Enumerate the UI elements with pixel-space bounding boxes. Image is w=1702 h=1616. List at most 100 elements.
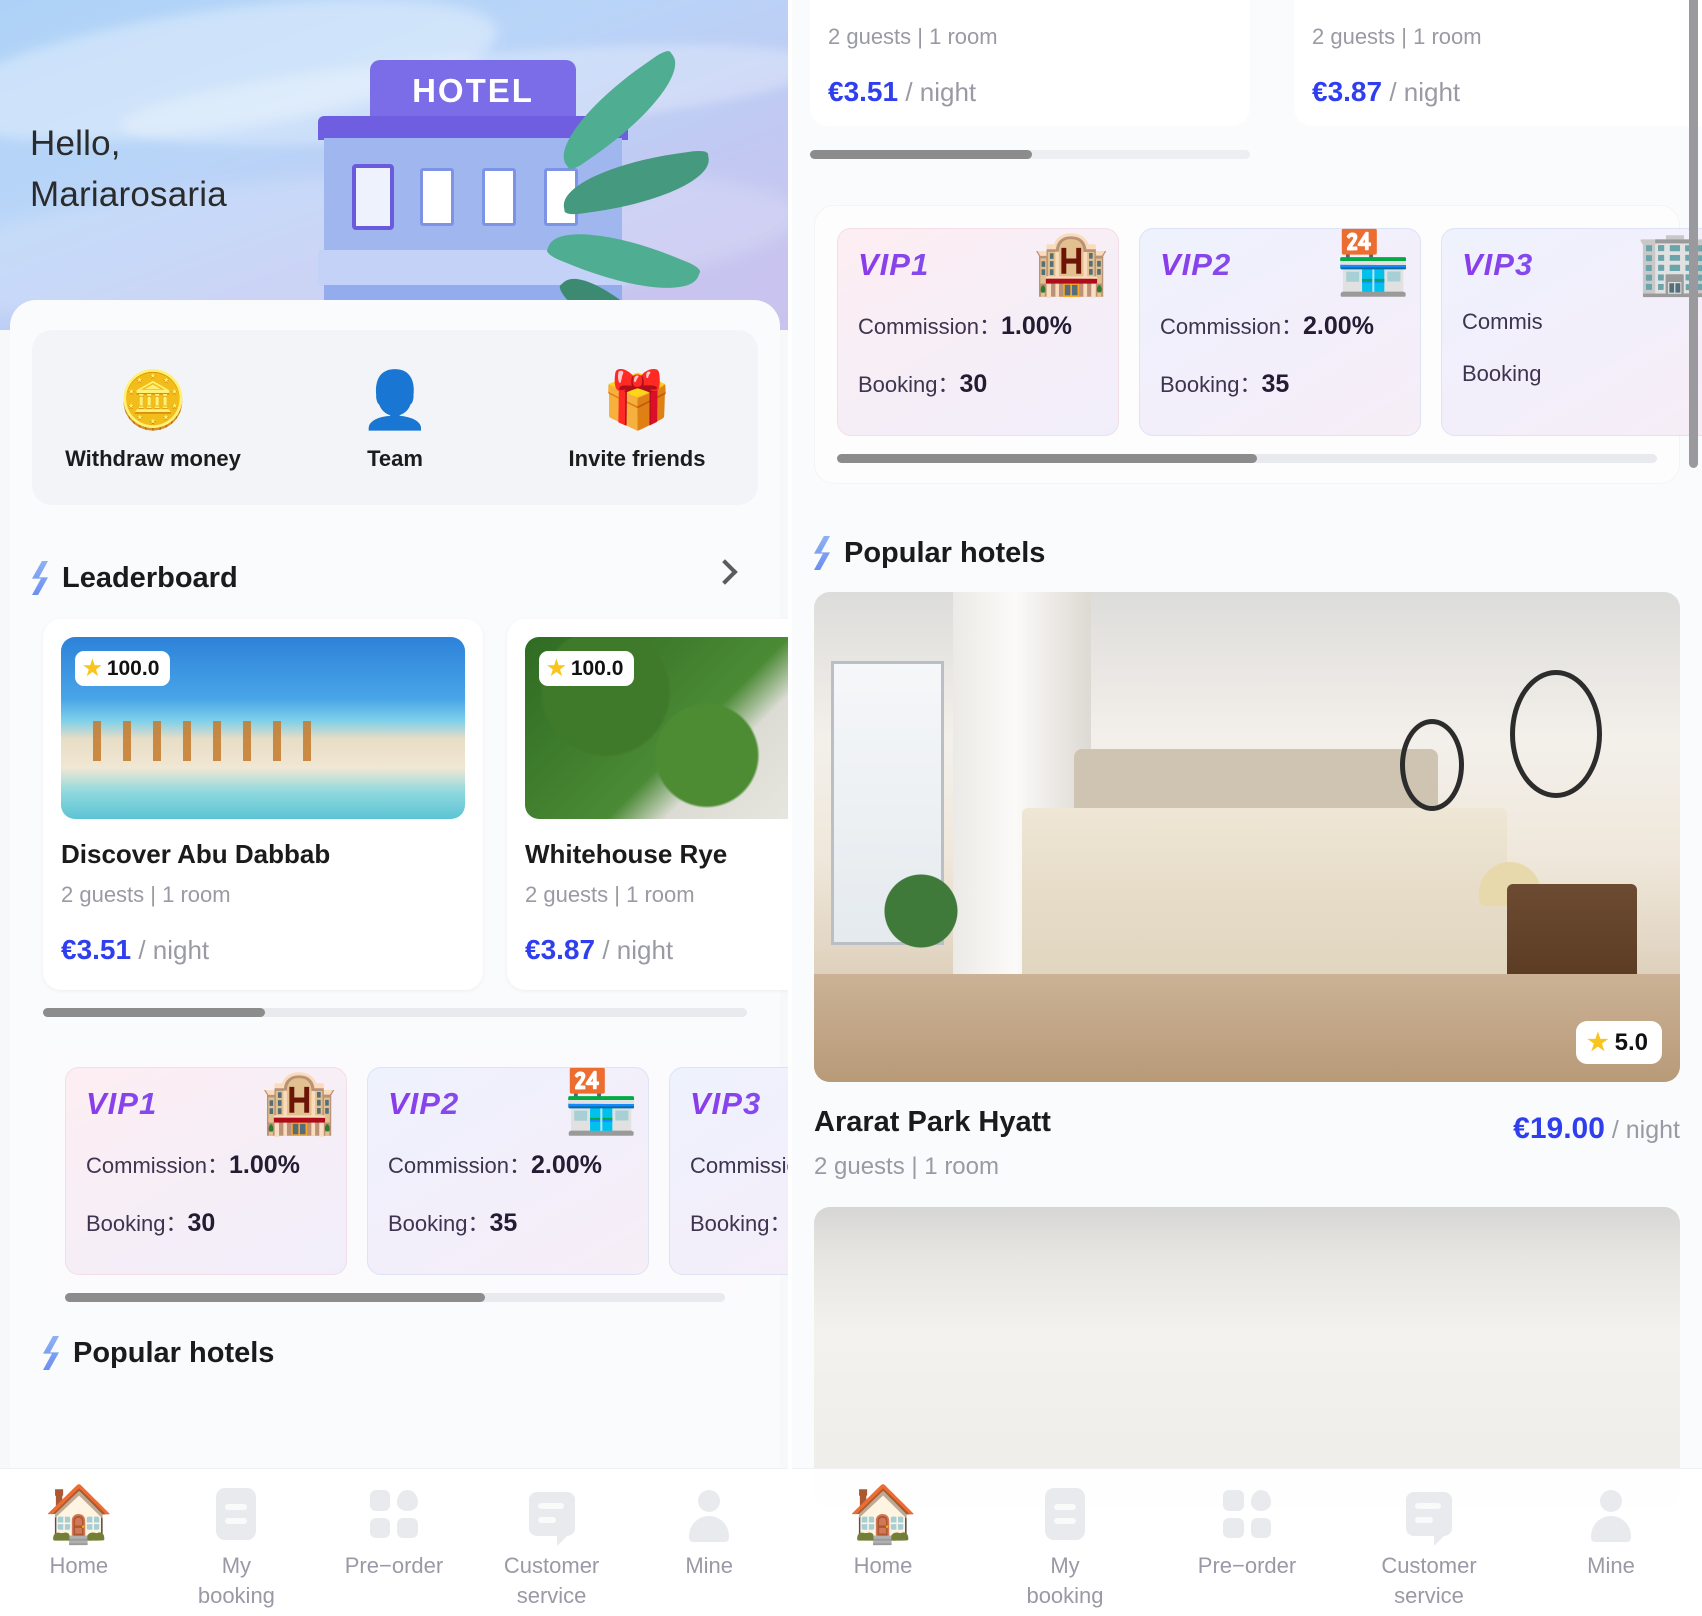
hotel-price-unit: / night [138,935,210,965]
tab-mine[interactable]: Mine [1520,1487,1702,1581]
hotel-meta: 2 guests | 1 room [828,24,998,49]
vip-booking-row: Booking：30 [858,367,1118,399]
tab-home[interactable]: 🏠 Home [792,1486,974,1581]
hotel-price-unit: / night [602,935,674,965]
vip-tier-section: VIP1 🏨 Commission：1.00% Booking：30 VIP2 … [814,205,1702,484]
hotel-sign: HOTEL [370,60,576,122]
tab-label: Customer service [1381,1553,1477,1608]
user-icon [682,1487,736,1542]
vip-scrollbar[interactable] [837,454,1657,463]
vip-tier-section: VIP1 🏨 Commission：1.00% Booking：30 VIP2 … [43,1047,788,1302]
tab-mine[interactable]: Mine [630,1487,788,1581]
scrollbar-thumb[interactable] [810,150,1032,159]
hero-banner: Hello, Mariarosaria HOTEL [0,0,788,330]
vip-booking-row: Booking [1462,361,1542,386]
building-icon: 🏪 [562,1068,640,1137]
booking-value: 35 [489,1209,518,1237]
quick-action-team[interactable]: 👤 Team [295,369,495,472]
hotel-door [352,164,394,230]
chevron-right-icon[interactable] [712,559,738,585]
hotel-name: Whitehouse Rye [525,839,728,869]
top-cards-scrollbar[interactable] [810,150,1250,159]
leaderboard-card[interactable]: ★ 100.0 Whitehouse Rye 2 guests | 1 room… [507,619,788,990]
hotel-meta: 2 guests | 1 room [1312,24,1482,49]
commission-label: Commission： [858,314,1002,339]
tab-my-booking[interactable]: My booking [974,1487,1156,1611]
quick-action-withdraw[interactable]: 🪙 Withdraw money [53,369,253,472]
popular-hotels-section-header: Popular hotels [814,536,1702,570]
left-content-sheet: 🪙 Withdraw money 👤 Team 🎁 Invite friends… [10,300,788,1600]
booking-value: 30 [959,370,988,398]
chat-icon [525,1487,579,1546]
hotel-card[interactable]: 2 guests | 1 room €3.87 / night [1294,0,1702,126]
scrollbar-thumb[interactable] [65,1293,485,1302]
vip-card-2[interactable]: VIP2 🏪 Commission：2.00% Booking：35 [1139,228,1421,436]
hotel-photo-next[interactable] [814,1207,1680,1507]
palm-leaf-icon [544,48,758,330]
hotel-meta: 2 guests | 1 room [525,882,695,907]
building-icon: 🏪 [1334,229,1412,298]
leaderboard-card[interactable]: ★ 100.0 Discover Abu Dabbab 2 guests | 1… [43,619,483,990]
vip-scrollbar[interactable] [65,1293,725,1302]
vip-card-3[interactable]: VIP3 🏢 Commission： Booking： [669,1067,790,1275]
quick-action-label: Withdraw money [65,445,241,471]
tab-customer-service[interactable]: Customer service [473,1487,631,1611]
leaderboard-carousel[interactable]: ★ 100.0 Discover Abu Dabbab 2 guests | 1… [43,619,788,990]
commission-label: Commission： [690,1153,788,1178]
building-icon: 🏨 [260,1068,338,1137]
vip-card-3[interactable]: VIP3 🏢 Commis Booking [1441,228,1702,436]
tab-pre-order[interactable]: Pre−order [315,1487,473,1581]
booking-label: Booking： [690,1211,790,1236]
hotel-price-row: €3.51 / night [828,76,1232,108]
star-icon: ★ [547,657,566,680]
tab-home[interactable]: 🏠 Home [0,1486,158,1581]
scrollbar-thumb[interactable] [43,1008,265,1017]
leaderboard-scrollbar[interactable] [43,1008,747,1017]
hotel-illustration: HOTEL [318,48,718,330]
hotel-price-row: €19.00 / night [1513,1106,1680,1146]
greeting-text: Hello, Mariarosaria [30,118,227,220]
top-hotel-cards[interactable]: 2 guests | 1 room €3.51 / night 2 guests… [792,0,1702,126]
tab-label: Pre−order [344,1553,444,1578]
leaderboard-section-header: Leaderboard [32,559,758,595]
tab-pre-order[interactable]: Pre−order [1156,1487,1338,1581]
vip-commission-row: Commis [1462,309,1543,334]
hotel-info-row: Ararat Park Hyatt 2 guests | 1 room €19.… [814,1106,1680,1181]
tab-customer-service[interactable]: Customer service [1338,1487,1520,1611]
vip-carousel[interactable]: VIP1 🏨 Commission：1.00% Booking：30 VIP2 … [43,1067,788,1275]
hotel-thumbnail: ★ 100.0 [61,637,465,819]
vip-card-2[interactable]: VIP2 🏪 Commission：2.00% Booking：35 [367,1067,649,1275]
popular-hotel-card[interactable]: ★ 5.0 Ararat Park Hyatt 2 guests | 1 roo… [814,592,1680,1181]
page-scrollbar[interactable] [1689,0,1698,468]
commission-value: 1.00% [229,1151,300,1179]
tab-label: Home [853,1553,913,1578]
greeting-line-1: Hello, [30,124,121,163]
tab-label: My booking [1026,1553,1104,1608]
hotel-photo: ★ 5.0 [814,592,1680,1082]
popular-hotels-title: Popular hotels [73,1336,275,1369]
quick-action-invite[interactable]: 🎁 Invite friends [537,369,737,472]
hotel-window [420,168,454,226]
chat-icon [1402,1487,1456,1546]
leaderboard-title: Leaderboard [62,561,238,594]
hotel-price: €3.51 [61,934,132,965]
tab-my-booking[interactable]: My booking [158,1487,316,1611]
vip-booking-row: Booking：35 [1160,367,1420,399]
building-icon: 🏨 [1032,229,1110,298]
section-marker-icon [814,536,830,570]
commission-value: 2.00% [531,1151,602,1179]
vip-commission-row: Commission：2.00% [1160,309,1420,341]
hotel-card[interactable]: 2 guests | 1 room €3.51 / night [810,0,1250,126]
quick-action-label: Invite friends [568,445,706,471]
vip-carousel[interactable]: VIP1 🏨 Commission：1.00% Booking：30 VIP2 … [815,228,1702,436]
vip-card-1[interactable]: VIP1 🏨 Commission：1.00% Booking：30 [65,1067,347,1275]
hotel-price-row: €3.87 / night [525,934,788,966]
rating-badge: ★ 100.0 [75,651,171,686]
vip-card-1[interactable]: VIP1 🏨 Commission：1.00% Booking：30 [837,228,1119,436]
tab-label: Home [49,1553,109,1578]
scrollbar-thumb[interactable] [837,454,1257,463]
vip-commission-row: Commission：1.00% [858,309,1118,341]
booking-value: 35 [1261,370,1290,398]
left-bottom-navigation: 🏠 Home My booking Pre−order Customer ser… [0,1468,788,1616]
booking-label: Booking： [858,372,960,397]
